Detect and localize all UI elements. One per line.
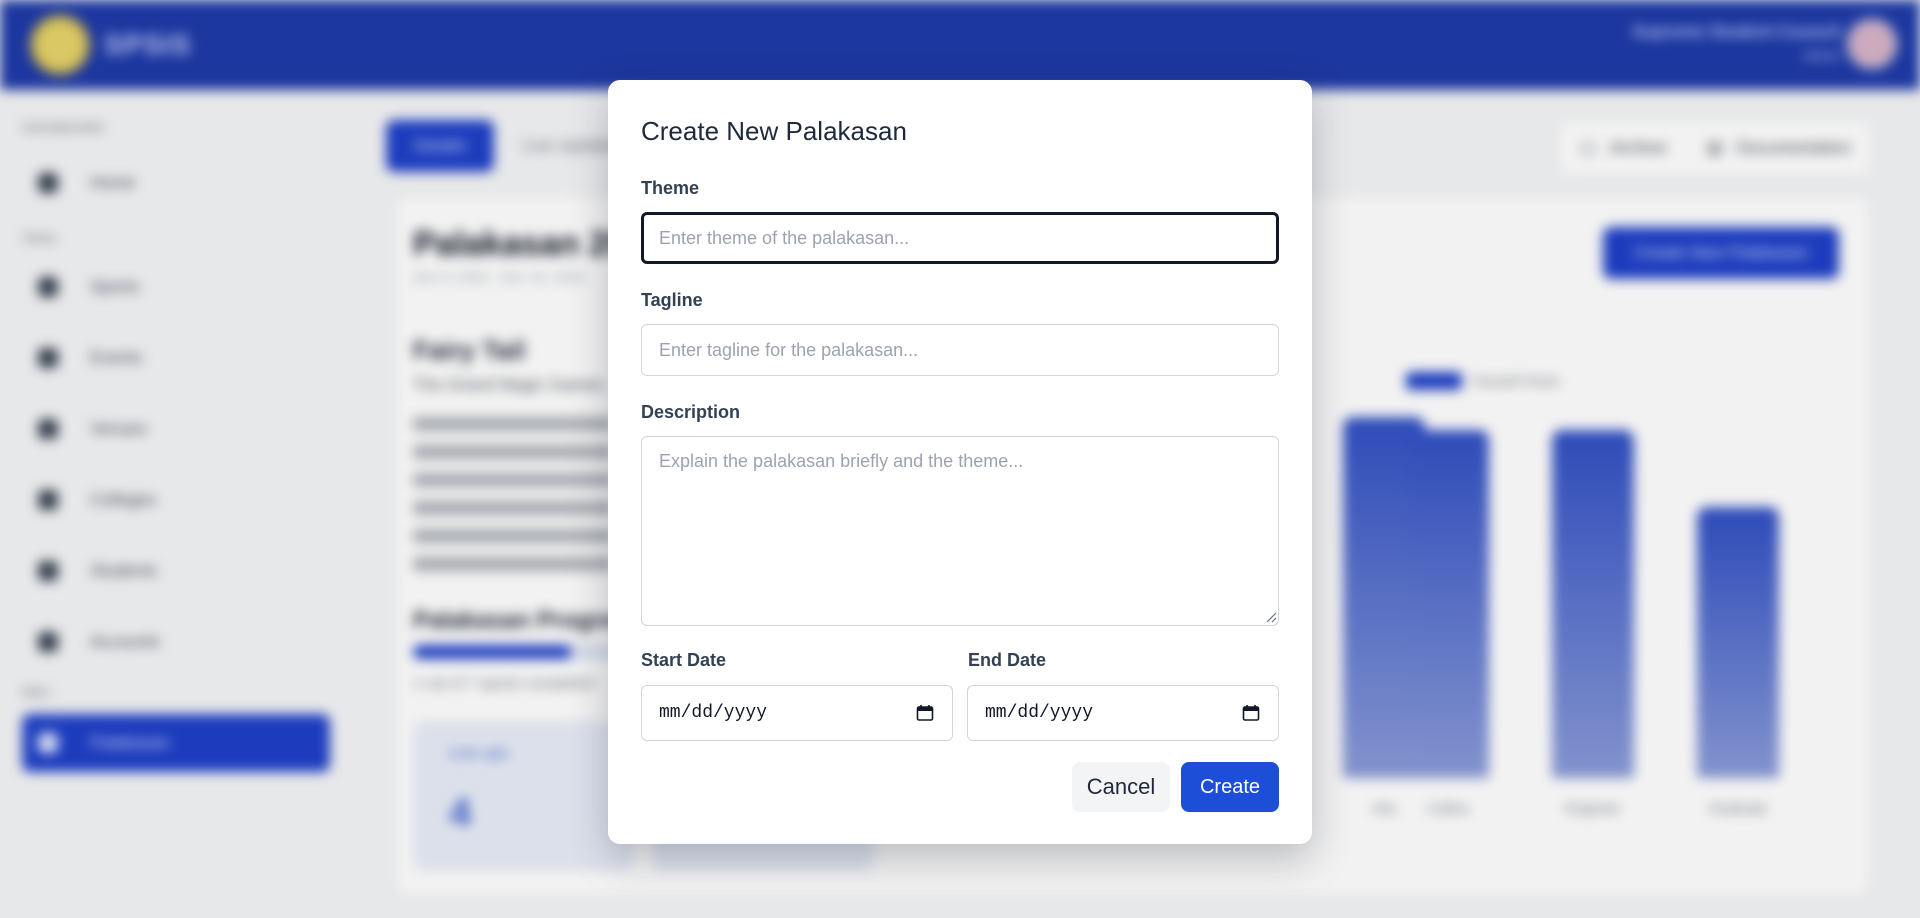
end-date-input[interactable]: mm/dd/yyyy [967, 685, 1279, 741]
tagline-label: Tagline [641, 290, 703, 310]
start-date-input[interactable]: mm/dd/yyyy [641, 685, 953, 741]
create-button[interactable]: Create [1181, 762, 1279, 812]
cancel-button[interactable]: Cancel [1072, 762, 1170, 812]
resize-handle-icon[interactable] [1265, 611, 1277, 623]
modal-title: Create New Palakasan [641, 116, 907, 146]
calendar-icon[interactable] [1241, 703, 1261, 723]
calendar-icon[interactable] [915, 703, 935, 723]
theme-input[interactable] [641, 212, 1279, 264]
description-label: Description [641, 402, 741, 422]
start-date-value: mm/dd/yyyy [659, 703, 768, 723]
start-date-label: Start Date [641, 650, 727, 670]
create-palakasan-modal: Create New Palakasan Theme Tagline Descr… [608, 80, 1312, 844]
description-textarea[interactable] [641, 436, 1279, 626]
end-date-value: mm/dd/yyyy [985, 703, 1094, 723]
theme-label: Theme [641, 178, 700, 198]
end-date-label: End Date [968, 650, 1047, 670]
tagline-input[interactable] [641, 324, 1279, 376]
